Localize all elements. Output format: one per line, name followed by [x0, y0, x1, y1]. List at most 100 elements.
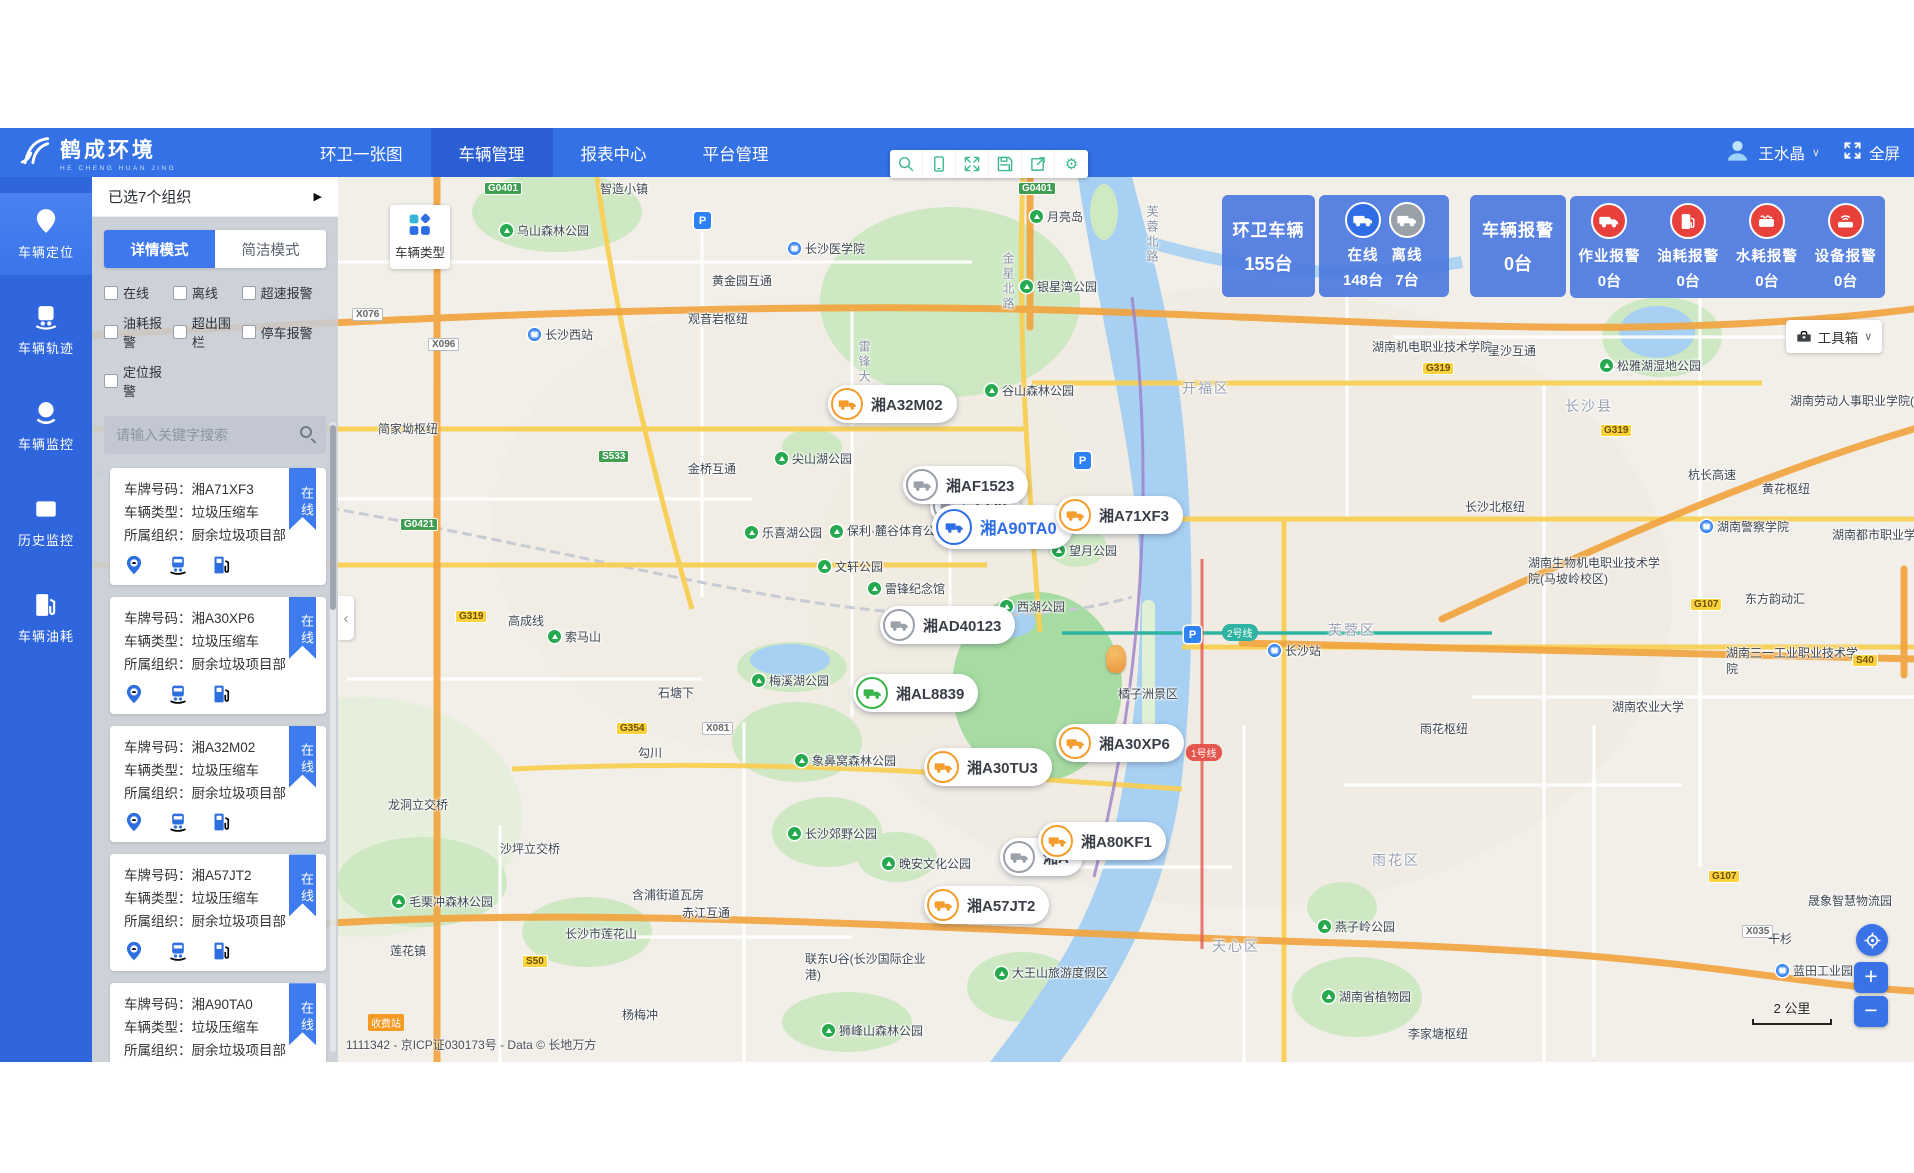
stat-total-vehicles: 环卫车辆 155台: [1222, 195, 1315, 297]
track-icon[interactable]: [168, 941, 188, 961]
locate-pin-icon[interactable]: [124, 941, 144, 961]
track-icon[interactable]: [168, 555, 188, 575]
share-icon[interactable]: [1022, 150, 1055, 178]
org-selector[interactable]: 已选7个组织 ▶: [92, 177, 338, 217]
checkbox-icon[interactable]: [242, 325, 256, 339]
vehicle-type: 垃圾压缩车: [192, 634, 260, 649]
collapse-left-icon: ‹: [344, 610, 349, 627]
vehicle-marker[interactable]: 湘A80KF1: [1038, 822, 1166, 860]
panel-collapse-button[interactable]: ‹: [338, 596, 354, 640]
vehicle-marker[interactable]: 湘A57JT2: [924, 886, 1049, 924]
locate-pin-icon[interactable]: [124, 812, 144, 832]
nav-item[interactable]: 环卫一张图: [292, 128, 431, 177]
gear-icon: ⚙: [1065, 157, 1078, 172]
sidebar-item-vehicle-locate[interactable]: 车辆定位: [0, 193, 92, 275]
water-alarm-icon: [1749, 203, 1785, 239]
sidebar-item-vehicle-track[interactable]: 车辆轨迹: [0, 289, 92, 371]
left-sidebar: 车辆定位 车辆轨迹 车辆监控 历史监控 车辆油耗: [0, 177, 92, 1062]
settings-icon[interactable]: ⚙: [1055, 150, 1088, 178]
device-alarm-icon: [1828, 203, 1864, 239]
vehicle-marker[interactable]: 湘A71XF3: [1056, 496, 1183, 534]
vehicle-marker[interactable]: 湘AD40123: [880, 606, 1015, 644]
vehicle-type: 垃圾压缩车: [192, 763, 260, 778]
sidebar-item-vehicle-fuel[interactable]: 车辆油耗: [0, 577, 92, 659]
sidebar-item-history-monitor[interactable]: 历史监控: [0, 481, 92, 563]
locate-pin-icon[interactable]: [124, 684, 144, 704]
fuel-pump-icon[interactable]: [212, 812, 232, 832]
checkbox-icon[interactable]: [104, 325, 118, 339]
toolbox-button[interactable]: 工具箱 ∨: [1786, 320, 1882, 353]
track-icon[interactable]: [168, 684, 188, 704]
vehicle-card[interactable]: 在线 车牌号码：湘A30XP6 车辆类型：垃圾压缩车 所属组织：厨余垃圾项目部: [110, 597, 326, 714]
mode-tab[interactable]: 详情模式: [104, 230, 215, 268]
top-nav: 环卫一张图 车辆管理 报表中心 平台管理: [292, 128, 797, 177]
nav-item[interactable]: 平台管理: [675, 128, 797, 177]
filter-checkbox[interactable]: 在线: [104, 283, 173, 302]
vehicle-marker[interactable]: 湘AL8839: [853, 674, 978, 712]
search-input[interactable]: [104, 416, 326, 454]
vehicle-marker[interactable]: 湘A90TA0: [932, 505, 1073, 549]
fuel-pump-icon[interactable]: [212, 555, 232, 575]
panel-scrollbar-thumb[interactable]: [330, 425, 336, 610]
stat-water-alarm: 水耗报警 0台: [1736, 203, 1798, 291]
search-icon[interactable]: [300, 426, 312, 438]
save-icon[interactable]: [989, 150, 1022, 178]
measure-icon[interactable]: [890, 150, 923, 178]
chevron-down-icon[interactable]: ∨: [1812, 146, 1820, 159]
fullscreen-icon[interactable]: [1843, 141, 1862, 165]
filter-checkbox[interactable]: 离线: [173, 283, 242, 302]
vehicle-type-button[interactable]: 车辆类型: [390, 205, 450, 269]
checkbox-icon[interactable]: [173, 286, 187, 300]
checkbox-icon[interactable]: [173, 325, 187, 339]
nav-item[interactable]: 车辆管理: [431, 128, 553, 177]
locate-pin-icon[interactable]: [124, 555, 144, 575]
mode-tab[interactable]: 简洁模式: [215, 230, 326, 268]
filter-checkbox[interactable]: 油耗报警: [104, 313, 173, 351]
vehicle-marker-plate: 湘AD40123: [923, 615, 1001, 636]
vehicle-marker[interactable]: 湘AF1523: [903, 466, 1028, 504]
truck-icon: [1041, 825, 1073, 857]
sidebar-item-label: 车辆轨迹: [18, 338, 74, 357]
nav-item[interactable]: 报表中心: [553, 128, 675, 177]
sidebar-item-vehicle-monitor[interactable]: 车辆监控: [0, 385, 92, 467]
vehicle-marker[interactable]: 湘A32M02: [828, 385, 957, 423]
checkbox-icon[interactable]: [242, 286, 256, 300]
filter-checkbox[interactable]: 停车报警: [242, 313, 326, 351]
vehicle-org: 厨余垃圾项目部: [192, 914, 287, 929]
fullscreen-label[interactable]: 全屏: [1869, 142, 1900, 164]
checkbox-icon[interactable]: [104, 374, 118, 388]
user-name[interactable]: 王水晶: [1758, 142, 1805, 164]
zoom-in-button[interactable]: +: [1854, 962, 1888, 993]
vehicle-marker-plate: 湘A71XF3: [1099, 505, 1169, 526]
toolbox-icon: [1796, 329, 1812, 345]
device-icon[interactable]: [923, 150, 956, 178]
checkbox-icon[interactable]: [104, 286, 118, 300]
locate-button[interactable]: [1856, 924, 1888, 956]
categories-icon: [408, 213, 432, 237]
crosshair-icon: [1863, 931, 1882, 950]
vehicle-plate: 湘A71XF3: [192, 482, 254, 497]
fuel-pump-icon[interactable]: [212, 684, 232, 704]
vehicle-card[interactable]: 在线 车牌号码：湘A90TA0 车辆类型：垃圾压缩车 所属组织：厨余垃圾项目部: [110, 983, 326, 1062]
filter-checkbox[interactable]: 超出围栏: [173, 313, 242, 351]
search-box: [104, 416, 326, 454]
filter-checkbox[interactable]: 超速报警: [242, 283, 326, 302]
zoom-out-button[interactable]: −: [1854, 996, 1888, 1027]
map-scale-text: 2 公里: [1752, 998, 1832, 1017]
vehicle-card[interactable]: 在线 车牌号码：湘A32M02 车辆类型：垃圾压缩车 所属组织：厨余垃圾项目部: [110, 726, 326, 843]
vehicle-card[interactable]: 在线 车牌号码：湘A71XF3 车辆类型：垃圾压缩车 所属组织：厨余垃圾项目部: [110, 468, 326, 585]
filter-checkbox[interactable]: 定位报警: [104, 362, 173, 400]
offline-truck-icon: [1389, 202, 1425, 238]
vehicle-card[interactable]: 在线 车牌号码：湘A57JT2 车辆类型：垃圾压缩车 所属组织：厨余垃圾项目部: [110, 854, 326, 971]
track-icon[interactable]: [168, 812, 188, 832]
vehicle-type: 垃圾压缩车: [192, 1020, 260, 1035]
brand-logo-icon: [18, 133, 52, 172]
fuel-pump-icon[interactable]: [212, 941, 232, 961]
expand-icon[interactable]: [956, 150, 989, 178]
vehicle-marker[interactable]: 湘A30XP6: [1056, 724, 1184, 762]
arrow-right-icon[interactable]: ▶: [314, 190, 322, 203]
user-avatar[interactable]: [1724, 137, 1751, 169]
vehicle-plate: 湘A90TA0: [192, 997, 253, 1012]
vehicle-marker[interactable]: 湘A30TU3: [924, 748, 1052, 786]
vehicle-type-label: 车辆类型: [395, 242, 445, 261]
